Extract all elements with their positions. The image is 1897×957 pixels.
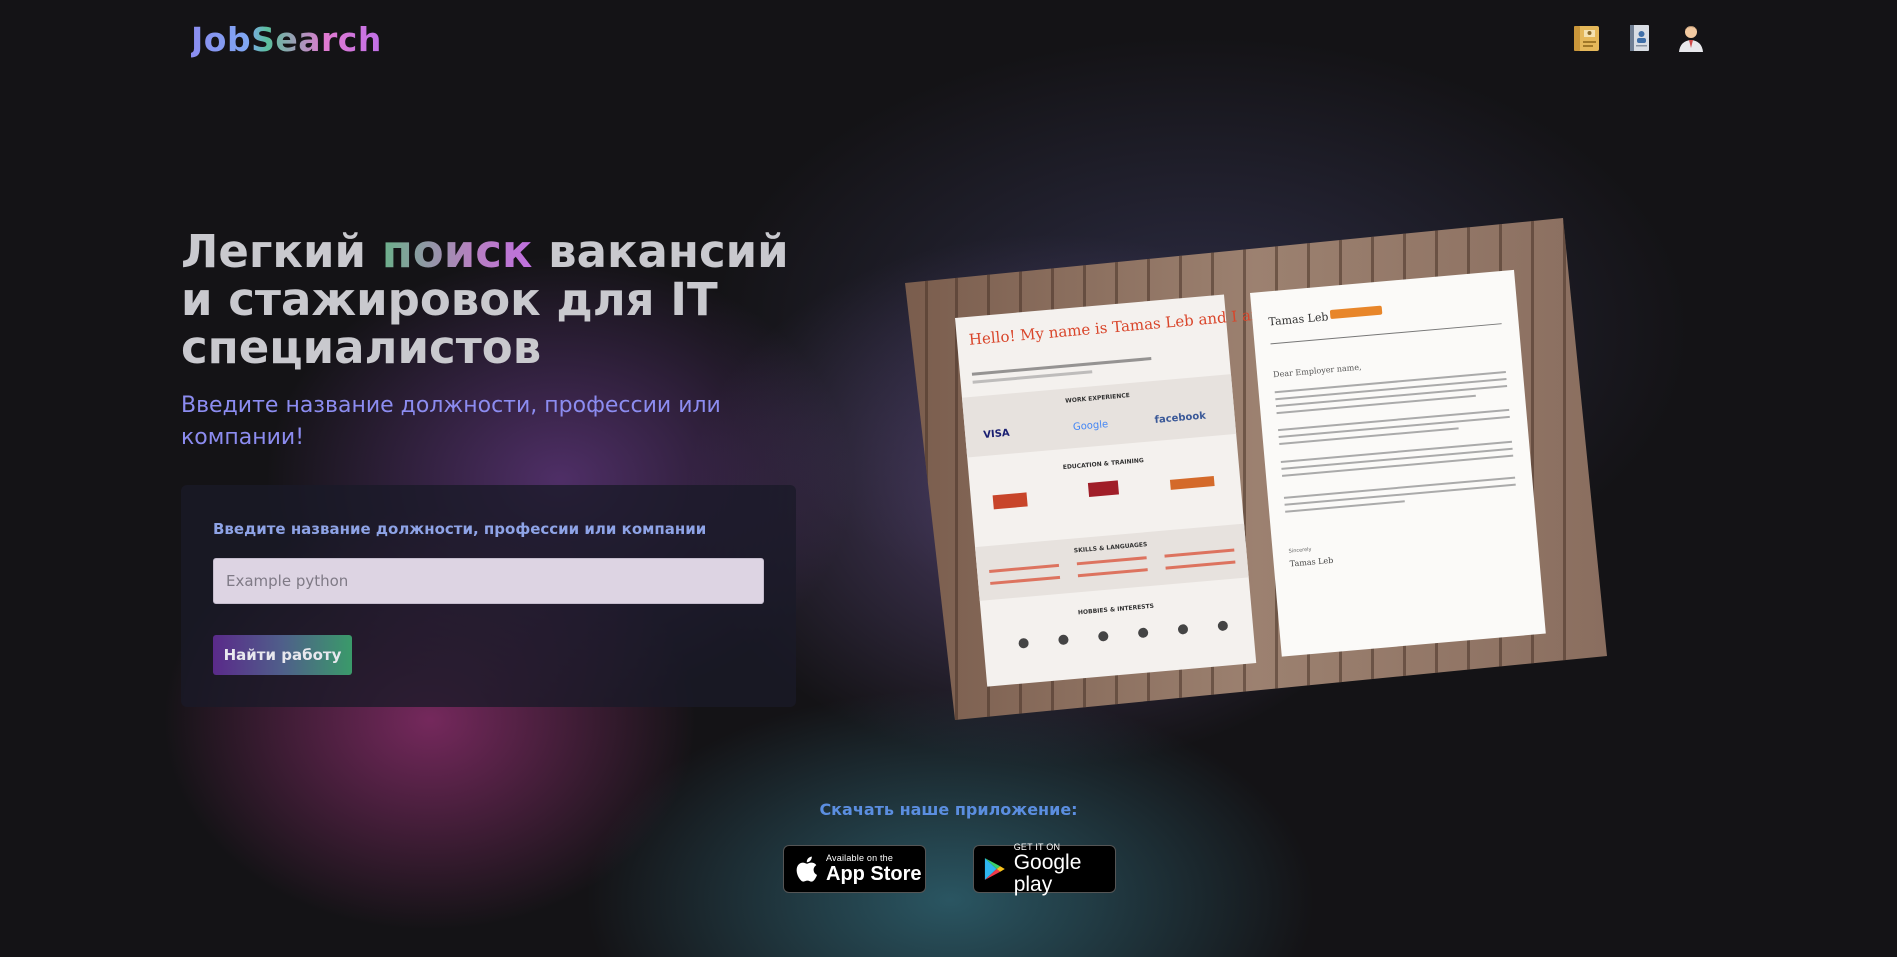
search-input[interactable] — [213, 558, 764, 604]
resume-preview-image: Hello! My name is Tamas Leb and I am a s… — [905, 218, 1607, 720]
hero-title-part1: Легкий — [181, 225, 382, 278]
header-nav — [1571, 22, 1707, 54]
logo[interactable]: JobSearch — [191, 20, 382, 59]
google-play-icon — [984, 858, 1005, 880]
download-app-label: Скачать наше приложение: — [819, 800, 1078, 819]
appstore-big-text: App Store — [826, 863, 922, 885]
user-profile-icon[interactable] — [1675, 22, 1707, 54]
google-play-badge[interactable]: GET IT ON Google play — [973, 842, 1116, 896]
store-badges: Available on the App Store GET IT ON Goo… — [783, 842, 1116, 896]
contacts-book-icon[interactable] — [1571, 22, 1603, 54]
search-label: Введите название должности, профессии ил… — [213, 520, 707, 538]
header: JobSearch — [0, 0, 1897, 80]
search-card: Введите название должности, профессии ил… — [181, 485, 796, 707]
apple-icon — [796, 856, 817, 882]
hero-title-accent: поиск — [381, 225, 533, 278]
app-store-badge[interactable]: Available on the App Store — [783, 845, 926, 893]
find-job-button[interactable]: Найти работу — [213, 635, 352, 675]
hero-title: Легкий поиск вакансий и стажировок для I… — [181, 228, 831, 372]
hero-subtitle: Введите название должности, профессии ил… — [181, 393, 721, 450]
appstore-small-text: Available on the — [826, 853, 894, 863]
resume-illustration: Hello! My name is Tamas Leb and I am a s… — [905, 218, 1607, 720]
google-big-text: Google play — [1013, 851, 1082, 896]
svg-text:VISA: VISA — [983, 428, 1011, 441]
notebook-icon[interactable] — [1623, 22, 1655, 54]
